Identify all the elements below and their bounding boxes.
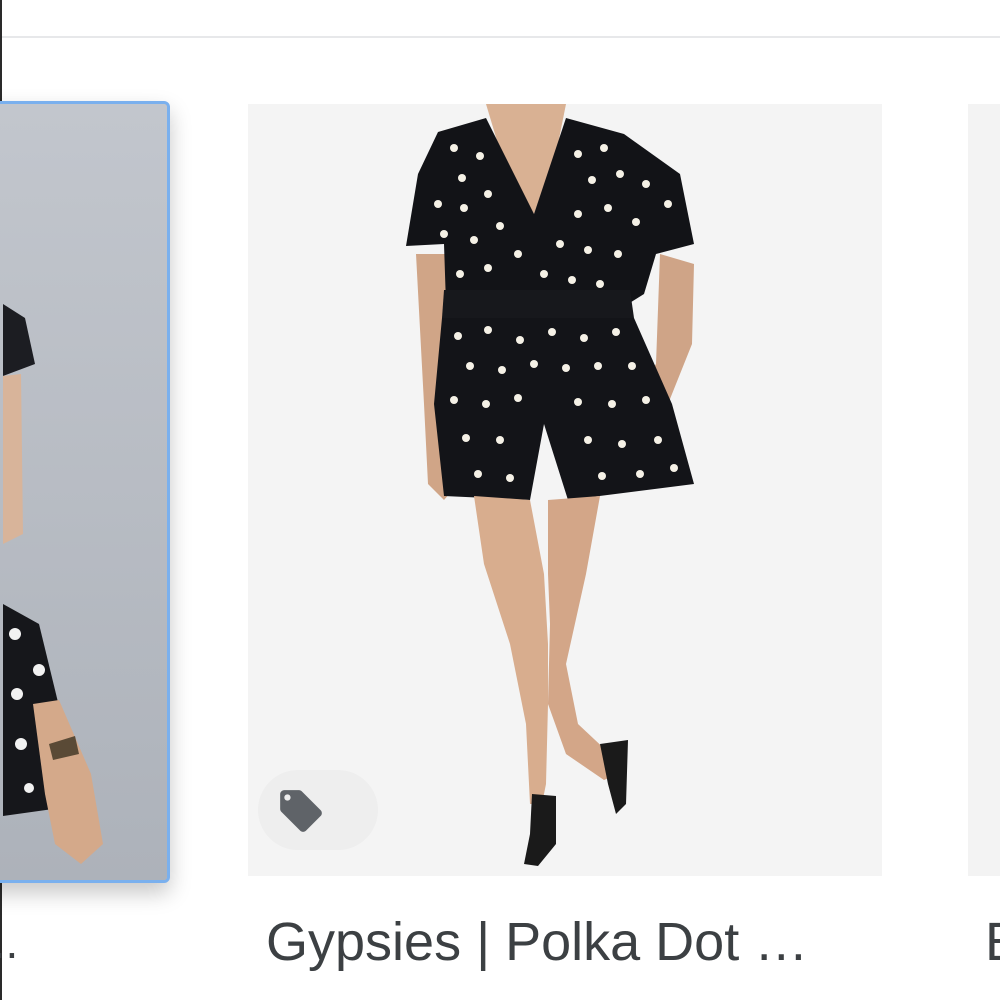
result-card[interactable]	[248, 104, 882, 876]
result-card-next[interactable]	[968, 104, 1000, 876]
price-tag-icon	[280, 790, 322, 832]
result-title[interactable]: E	[985, 911, 1000, 973]
header-divider	[0, 36, 1000, 38]
polka-dot-romper-photo	[248, 104, 882, 876]
image-results-carousel: ...	[0, 0, 1000, 1000]
result-card-selected[interactable]	[0, 101, 170, 883]
result-title[interactable]: ...	[0, 915, 18, 969]
result-image-thumbnail[interactable]	[0, 104, 167, 880]
polka-dot-dress-photo	[3, 304, 103, 864]
result-title[interactable]: Gypsies | Polka Dot …	[266, 911, 808, 973]
